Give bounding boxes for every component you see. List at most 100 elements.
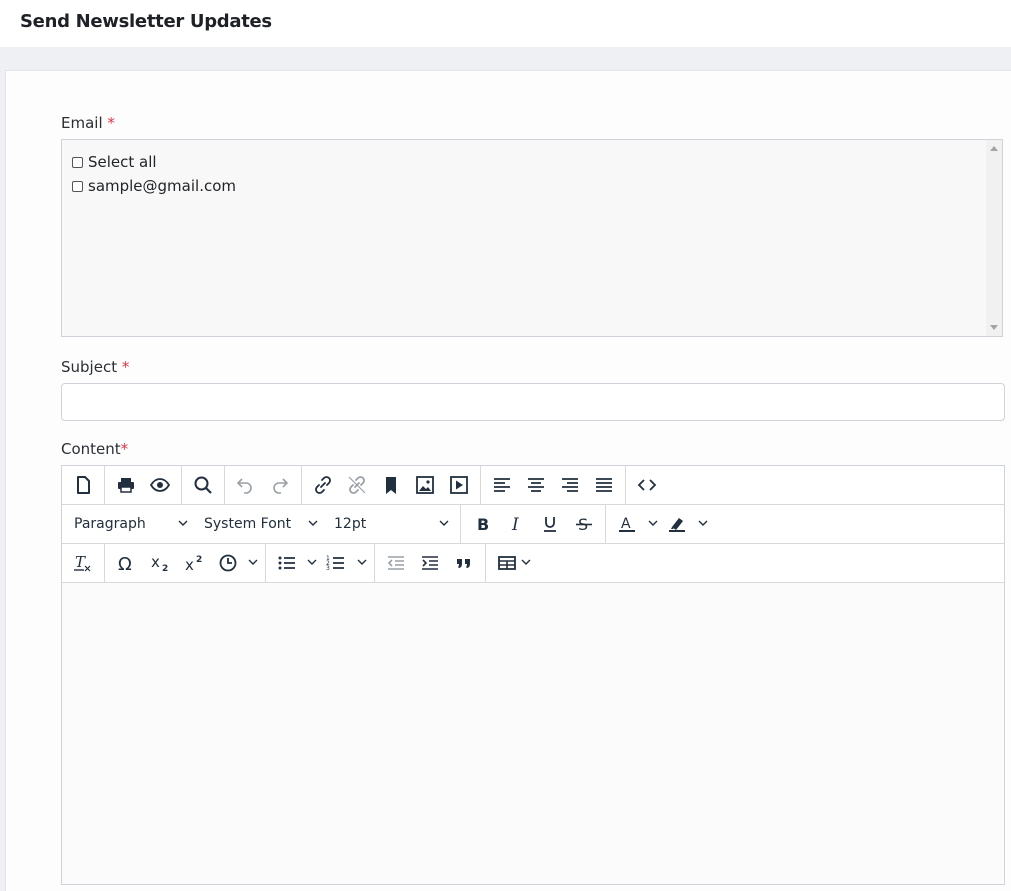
align-justify-button[interactable] xyxy=(587,469,621,501)
editor-content-area[interactable] xyxy=(62,583,1004,883)
unlink-button[interactable] xyxy=(340,469,374,501)
bullet-list-icon xyxy=(278,556,295,570)
clear-formatting-button[interactable]: T xyxy=(66,547,100,579)
omega-icon: Ω xyxy=(118,554,132,573)
insert-table-button[interactable] xyxy=(490,547,524,579)
insert-link-button[interactable] xyxy=(306,469,340,501)
scroll-up-arrow-icon[interactable] xyxy=(990,146,998,151)
subject-input[interactable] xyxy=(61,383,1005,421)
chevron-down-icon[interactable] xyxy=(698,518,708,528)
svg-text:3: 3 xyxy=(326,565,330,572)
clear-formatting-icon: T xyxy=(74,553,91,572)
image-icon xyxy=(416,476,434,494)
toolbar-row-3: T Ω x2 x2 123 xyxy=(62,544,1004,583)
indent-button[interactable] xyxy=(413,547,447,579)
highlight-color-button[interactable] xyxy=(660,508,694,540)
clock-icon xyxy=(219,554,237,572)
font-family-value: System Font xyxy=(204,516,292,532)
italic-icon: I xyxy=(511,515,519,534)
content-label: Content* xyxy=(61,440,128,458)
chevron-down-icon[interactable] xyxy=(521,557,531,567)
strikethrough-icon: S xyxy=(576,515,592,534)
underline-icon xyxy=(544,517,556,532)
blockquote-button[interactable] xyxy=(447,547,481,579)
email-label-text: Email xyxy=(61,114,103,132)
subscript-button[interactable]: x2 xyxy=(143,547,177,579)
subscript-icon: x2 xyxy=(151,553,168,573)
text-color-button[interactable]: A xyxy=(610,508,644,540)
code-icon xyxy=(637,479,657,491)
insert-datetime-button[interactable] xyxy=(211,547,245,579)
chevron-down-icon xyxy=(439,520,449,526)
media-play-icon xyxy=(450,476,468,494)
align-right-button[interactable] xyxy=(553,469,587,501)
required-mark: * xyxy=(107,114,115,132)
scrollbar[interactable] xyxy=(986,140,1002,336)
svg-text:Ω: Ω xyxy=(118,554,132,573)
chevron-down-icon[interactable] xyxy=(648,518,658,528)
find-replace-button[interactable] xyxy=(186,469,220,501)
font-size-value: 12pt xyxy=(334,516,367,532)
font-family-dropdown[interactable]: System Font xyxy=(204,508,324,540)
numbered-list-icon: 123 xyxy=(326,555,344,572)
quote-icon xyxy=(457,559,470,568)
email-option-select-all[interactable]: Select all xyxy=(72,152,157,172)
print-icon xyxy=(118,478,134,493)
svg-text:x: x xyxy=(185,556,194,573)
source-code-button[interactable] xyxy=(630,469,664,501)
rich-text-editor: Paragraph System Font 12pt B I S A T Ω x… xyxy=(61,465,1005,885)
bookmark-button[interactable] xyxy=(374,469,408,501)
redo-button[interactable] xyxy=(263,469,297,501)
chevron-down-icon[interactable] xyxy=(248,557,258,567)
chevron-down-icon[interactable] xyxy=(307,557,317,567)
insert-media-button[interactable] xyxy=(442,469,476,501)
page-title: Send Newsletter Updates xyxy=(20,11,272,32)
indent-icon xyxy=(422,556,438,570)
bold-button[interactable]: B xyxy=(465,508,499,540)
italic-button[interactable]: I xyxy=(499,508,533,540)
chevron-down-icon xyxy=(178,520,188,526)
option-label: Select all xyxy=(88,153,157,171)
new-document-button[interactable] xyxy=(66,469,100,501)
subject-label-text: Subject xyxy=(61,358,118,376)
select-all-checkbox[interactable] xyxy=(72,156,83,168)
option-label: sample@gmail.com xyxy=(88,177,237,195)
bold-icon: B xyxy=(477,515,489,534)
align-left-icon xyxy=(494,478,510,492)
svg-text:B: B xyxy=(477,515,489,534)
block-format-value: Paragraph xyxy=(74,516,146,532)
font-size-dropdown[interactable]: 12pt xyxy=(334,508,454,540)
outdent-button[interactable] xyxy=(379,547,413,579)
eye-icon xyxy=(150,478,170,492)
svg-text:I: I xyxy=(511,515,519,534)
print-button[interactable] xyxy=(109,469,143,501)
numbered-list-button[interactable]: 123 xyxy=(319,547,353,579)
block-format-dropdown[interactable]: Paragraph xyxy=(74,508,194,540)
underline-button[interactable] xyxy=(533,508,567,540)
email-select-list[interactable]: Select all sample@gmail.com xyxy=(61,139,1003,337)
special-character-button[interactable]: Ω xyxy=(109,547,143,579)
superscript-icon: x2 xyxy=(185,555,202,573)
new-document-icon xyxy=(77,476,90,494)
scroll-down-arrow-icon[interactable] xyxy=(990,325,998,330)
undo-button[interactable] xyxy=(228,469,262,501)
link-icon xyxy=(315,476,331,494)
outdent-icon xyxy=(387,556,404,570)
chevron-down-icon[interactable] xyxy=(357,557,367,567)
insert-image-button[interactable] xyxy=(408,469,442,501)
undo-icon xyxy=(236,478,252,494)
required-mark: * xyxy=(121,358,130,376)
email-checkbox[interactable] xyxy=(72,180,83,192)
strikethrough-button[interactable]: S xyxy=(567,508,601,540)
align-justify-icon xyxy=(596,478,612,492)
text-color-icon: A xyxy=(619,516,635,532)
preview-button[interactable] xyxy=(143,469,177,501)
superscript-button[interactable]: x2 xyxy=(177,547,211,579)
highlighter-icon xyxy=(669,518,685,532)
email-option[interactable]: sample@gmail.com xyxy=(72,176,236,196)
align-center-button[interactable] xyxy=(519,469,553,501)
bullet-list-button[interactable] xyxy=(270,547,304,579)
svg-text:2: 2 xyxy=(162,564,168,573)
align-center-icon xyxy=(528,478,544,492)
align-left-button[interactable] xyxy=(485,469,519,501)
